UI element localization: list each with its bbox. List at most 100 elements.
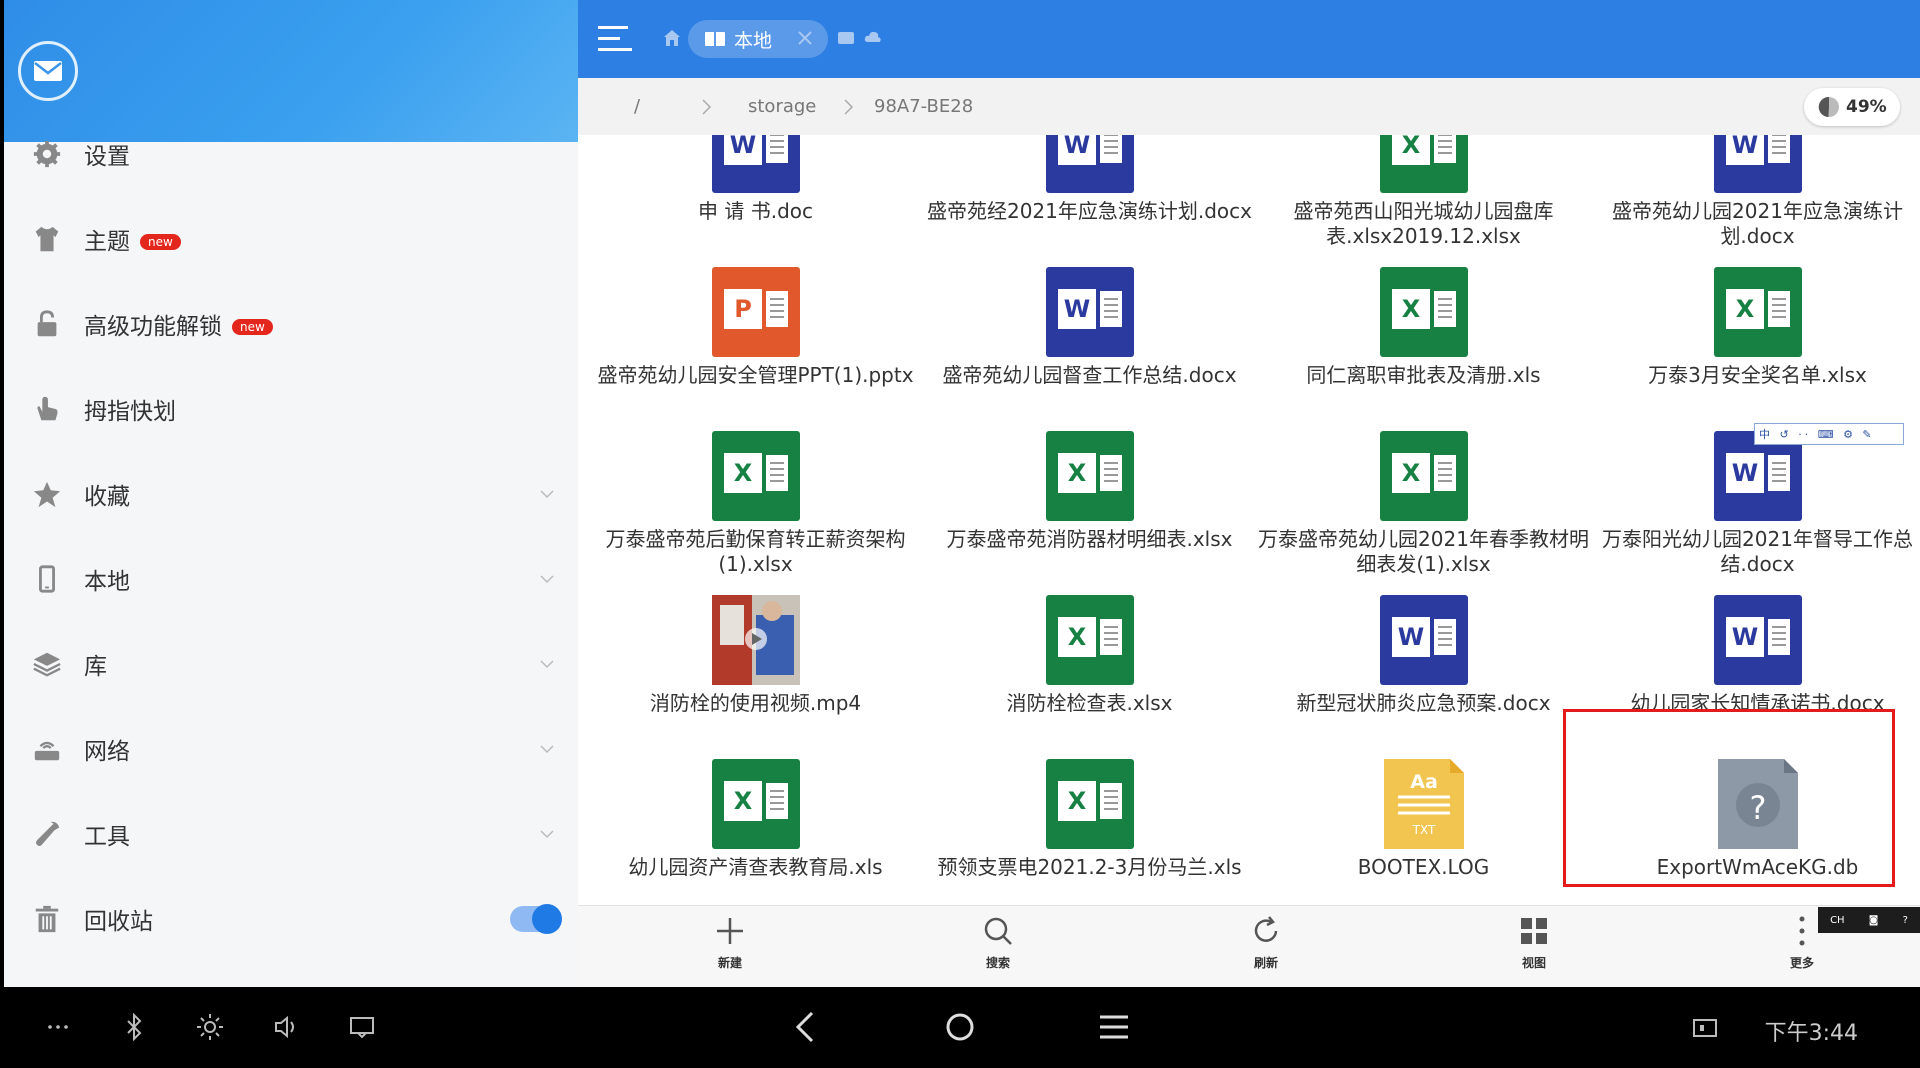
breadcrumb-storage[interactable]: storage <box>748 96 816 117</box>
txt-file-icon: Aa TXT <box>1380 759 1468 849</box>
tab-local[interactable]: 本地 <box>688 20 828 58</box>
screen: 设置 主题 new 高级功能解锁 new 拇指快划 收藏 本地库网络 工具 回收站 本地 / st… <box>0 0 1920 1068</box>
sidebar-item-text: 网络 <box>84 739 130 765</box>
home-icon[interactable] <box>662 28 682 48</box>
new-label: 新建 <box>717 956 742 970</box>
sidebar-item-text: 本地 <box>84 569 130 595</box>
file-item[interactable]: W 新型冠状肺炎应急预案.docx <box>1256 595 1591 760</box>
txt-glyph: Aa <box>1410 771 1438 793</box>
cloud-icon[interactable] <box>864 30 882 44</box>
word-file-icon: W <box>1714 595 1802 685</box>
file-item[interactable]: W 万泰阳光幼儿园2021年督导工作总结.docx <box>1590 431 1920 596</box>
file-name: 万泰盛帝苑幼儿园2021年春季教材明细表发(1).xlsx <box>1258 527 1589 576</box>
file-item[interactable]: W 盛帝苑幼儿园督查工作总结.docx <box>922 267 1257 432</box>
file-item[interactable]: X 盛帝苑西山阳光城幼儿园盘库表.xlsx2019.12.xlsx <box>1256 135 1591 268</box>
sidebar-item-label: 网络 <box>84 732 130 766</box>
file-item[interactable]: Aa TXT BOOTEX.LOG <box>1256 759 1591 905</box>
file-item[interactable]: X 预领支票电2021.2-3月份马兰.xls <box>922 759 1257 905</box>
close-icon[interactable] <box>796 29 814 47</box>
plus-icon <box>717 918 743 944</box>
file-name: 同仁离职审批表及清册.xls <box>1306 363 1541 387</box>
sidebar-item[interactable]: 网络 <box>4 709 578 789</box>
ime-mode-icon: ◙ <box>1868 914 1879 926</box>
recents-icon[interactable] <box>1096 1009 1132 1045</box>
search-button[interactable]: 搜索 <box>938 914 1058 984</box>
file-name: 万泰盛帝苑消防器材明细表.xlsx <box>946 527 1233 551</box>
recycle-bin-toggle[interactable] <box>510 904 562 934</box>
sidebar-item[interactable]: 主题 new <box>4 199 578 279</box>
menu-icon[interactable] <box>598 24 634 54</box>
sidebar-item-text: 设置 <box>84 144 130 170</box>
sidebar-item[interactable]: 库 <box>4 624 578 704</box>
storage-usage-button[interactable]: 49% <box>1804 88 1900 126</box>
refresh-icon <box>1254 916 1278 942</box>
back-icon[interactable] <box>788 1009 824 1045</box>
chevron-down-icon[interactable] <box>538 485 556 503</box>
file-item[interactable]: X 消防栓检查表.xlsx <box>922 595 1257 760</box>
excel-file-icon: X <box>1714 267 1802 357</box>
new-button[interactable]: 新建 <box>670 914 790 984</box>
sidebar-item[interactable]: 设置 <box>4 114 578 194</box>
sidebar-item-label: 本地 <box>84 562 130 596</box>
sidebar-item-label: 高级功能解锁 new <box>84 307 273 341</box>
ime-status[interactable]: CH ◙? <box>1818 907 1920 933</box>
volume-icon[interactable] <box>268 1009 304 1045</box>
chevron-down-icon[interactable] <box>538 570 556 588</box>
file-item[interactable]: X 万泰盛帝苑幼儿园2021年春季教材明细表发(1).xlsx <box>1256 431 1591 596</box>
ime-toolbar[interactable]: 中 ↺ ·· ⌨ ⚙ ✎ <box>1754 423 1904 445</box>
sidebar-item-label: 主题 new <box>84 222 181 256</box>
toggle-knob <box>532 904 562 934</box>
system-navigation-bar: 下午3:44 <box>0 987 1920 1068</box>
refresh-button[interactable]: 刷新 <box>1206 914 1326 984</box>
excel-file-icon: X <box>712 431 800 521</box>
navigation-drawer: 设置主题 new 高级功能解锁 new 拇指快划 收藏本地库网络工具回收站 <box>4 0 578 987</box>
file-item[interactable]: X 万泰盛帝苑后勤保育转正薪资架构(1).xlsx <box>588 431 923 596</box>
home-button-icon[interactable] <box>942 1009 978 1045</box>
phone-icon <box>30 562 64 596</box>
excel-file-icon: X <box>1046 431 1134 521</box>
keyboard-icon[interactable] <box>344 1009 380 1045</box>
more-label: 更多 <box>1789 956 1814 970</box>
file-item[interactable]: X 万泰3月安全奖名单.xlsx <box>1590 267 1920 432</box>
word-file-icon: W <box>1380 595 1468 685</box>
mail-button[interactable] <box>18 41 78 101</box>
file-item[interactable]: W 盛帝苑幼儿园2021年应急演练计划.docx <box>1590 135 1920 268</box>
breadcrumb-volume[interactable]: 98A7-BE28 <box>874 96 973 117</box>
breadcrumb-root[interactable]: / <box>634 96 640 117</box>
file-item[interactable]: X 幼儿园资产清查表教育局.xls <box>588 759 923 905</box>
sidebar-item[interactable]: 收藏 <box>4 454 578 534</box>
chevron-down-icon[interactable] <box>538 825 556 843</box>
file-item[interactable]: X 同仁离职审批表及清册.xls <box>1256 267 1591 432</box>
help-icon: ? <box>1902 914 1908 926</box>
more-vertical-icon <box>1799 916 1805 946</box>
word-file-icon: W <box>712 135 800 193</box>
sidebar-item[interactable]: 工具 <box>4 794 578 874</box>
sidebar-item-text: 回收站 <box>84 909 153 935</box>
file-item[interactable]: P 盛帝苑幼儿园安全管理PPT(1).pptx <box>588 267 923 432</box>
word-file-icon: W <box>1714 135 1802 193</box>
star-icon <box>30 477 64 511</box>
excel-file-icon: X <box>1380 135 1468 193</box>
new-badge: new <box>232 319 273 335</box>
file-item[interactable]: X 万泰盛帝苑消防器材明细表.xlsx <box>922 431 1257 596</box>
bluetooth-icon[interactable] <box>116 1009 152 1045</box>
gear-icon <box>30 137 64 171</box>
brightness-icon[interactable] <box>192 1009 228 1045</box>
sidebar-item[interactable]: 高级功能解锁 new <box>4 284 578 364</box>
more-horizontal-icon[interactable] <box>40 1009 76 1045</box>
chevron-down-icon[interactable] <box>538 740 556 758</box>
file-item[interactable]: 消防栓的使用视频.mp4 <box>588 595 923 760</box>
txt-label: TXT <box>1412 823 1436 837</box>
sidebar-item[interactable]: 本地 <box>4 539 578 619</box>
window-icon[interactable] <box>838 32 854 44</box>
chevron-down-icon[interactable] <box>538 655 556 673</box>
sidebar-item[interactable]: 回收站 <box>4 879 578 959</box>
file-name: 新型冠状肺炎应急预案.docx <box>1296 691 1551 715</box>
top-bar: 本地 <box>578 0 1920 78</box>
layers-icon <box>30 647 64 681</box>
file-item[interactable]: W 盛帝苑经2021年应急演练计划.docx <box>922 135 1257 268</box>
sidebar-item[interactable]: 拇指快划 <box>4 369 578 449</box>
view-button[interactable]: 视图 <box>1474 914 1594 984</box>
file-item[interactable]: W 申 请 书.doc <box>588 135 923 268</box>
screen-mode-icon[interactable] <box>1692 1017 1718 1039</box>
